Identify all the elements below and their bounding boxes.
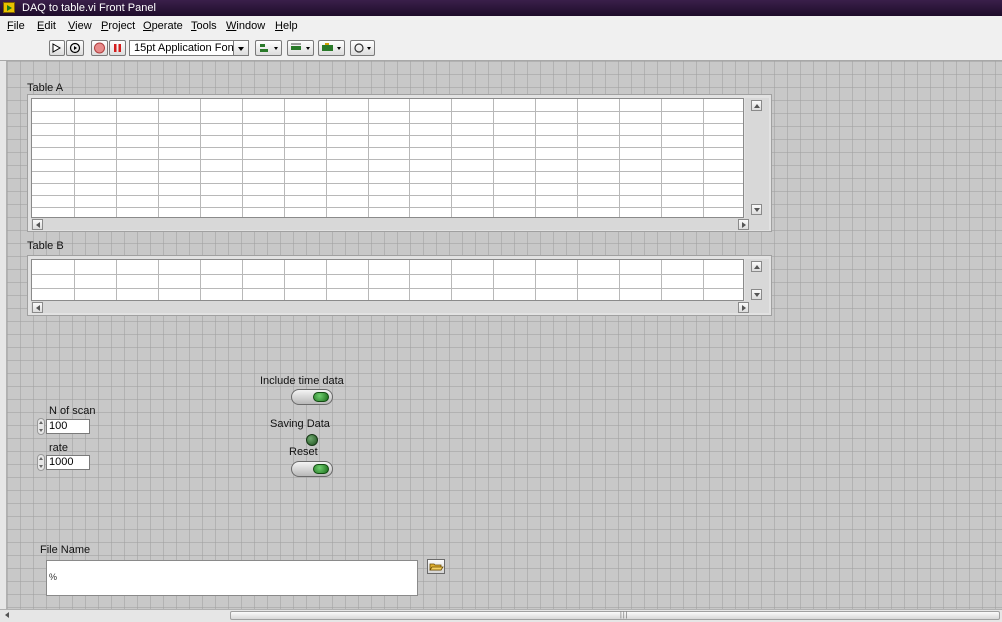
table-b-cells[interactable] (31, 259, 744, 301)
panel-left-edge (0, 61, 7, 609)
saving-data-led-icon (306, 434, 318, 446)
run-arrow-icon (52, 43, 62, 53)
table-b-vertical-scrollbar[interactable] (745, 259, 769, 301)
table-a-gridlines (32, 99, 743, 217)
chevron-down-icon (233, 41, 248, 55)
table-b[interactable] (27, 255, 772, 316)
menu-window[interactable]: Window (226, 20, 265, 32)
rate-label: rate (49, 442, 68, 454)
scroll-up-icon[interactable] (751, 261, 762, 272)
table-b-gridlines (32, 260, 743, 300)
table-a[interactable] (27, 94, 772, 232)
scroll-right-icon[interactable] (738, 219, 749, 230)
resize-objects-icon (322, 43, 341, 51)
scroll-up-icon[interactable] (751, 100, 762, 111)
reorder-icon (354, 43, 371, 53)
table-a-vertical-scrollbar[interactable] (745, 98, 769, 218)
run-button[interactable] (49, 40, 65, 56)
rate-input[interactable]: 1000 (46, 455, 90, 470)
scrollbar-thumb[interactable] (230, 611, 1000, 620)
reorder-button[interactable] (350, 40, 375, 56)
n-of-scan-input[interactable]: 100 (46, 419, 90, 434)
scroll-down-icon[interactable] (751, 204, 762, 215)
menu-tools[interactable]: Tools (191, 20, 217, 32)
window-title-bar: DAQ to table.vi Front Panel (0, 0, 1002, 16)
scroll-left-icon[interactable] (2, 610, 13, 621)
scroll-left-icon[interactable] (32, 219, 43, 230)
abort-execution-button[interactable] (91, 40, 108, 56)
table-a-cells[interactable] (31, 98, 744, 218)
scroll-down-icon[interactable] (751, 289, 762, 300)
reset-button[interactable] (291, 461, 333, 477)
scroll-right-icon[interactable] (738, 302, 749, 313)
reset-label: Reset (289, 446, 318, 458)
menu-file[interactable]: File (7, 20, 25, 32)
run-continuously-button[interactable] (66, 40, 84, 56)
file-name-label: File Name (40, 544, 91, 556)
table-a-label: Table A (27, 82, 64, 94)
browse-button[interactable] (427, 559, 445, 574)
labview-vi-icon (3, 2, 15, 13)
table-b-horizontal-scrollbar[interactable] (31, 301, 769, 313)
n-of-scan-increment-decrement[interactable] (37, 418, 45, 435)
table-b-label: Table B (27, 240, 64, 252)
menu-bar: File Edit View Project Operate Tools Win… (0, 16, 1002, 39)
scrollbar-grip-icon: ||| (620, 612, 629, 619)
run-continuously-icon (69, 42, 81, 54)
menu-edit[interactable]: Edit (37, 20, 56, 32)
front-panel: Table A Table B Include time data N of s… (7, 61, 1002, 609)
toggle-knob (313, 464, 329, 474)
toggle-knob (313, 392, 329, 402)
include-time-data-toggle[interactable] (291, 389, 333, 405)
abort-execution-icon (94, 42, 105, 54)
pause-button[interactable] (109, 40, 126, 56)
rate-increment-decrement[interactable] (37, 454, 45, 471)
include-time-data-label: Include time data (260, 375, 344, 387)
menu-operate[interactable]: Operate (143, 20, 183, 32)
font-dropdown[interactable]: 15pt Application Font (129, 40, 249, 56)
folder-open-icon (429, 563, 444, 571)
pause-icon (114, 44, 121, 52)
align-objects-button[interactable] (255, 40, 282, 56)
distribute-objects-button[interactable] (287, 40, 314, 56)
menu-project[interactable]: Project (101, 20, 135, 32)
file-name-path-input[interactable]: % (46, 560, 418, 596)
path-separator-icon: % (49, 572, 58, 582)
saving-data-label: Saving Data (270, 418, 330, 430)
panel-horizontal-scrollbar[interactable]: ||| (0, 609, 1002, 622)
window-title: DAQ to table.vi Front Panel (22, 2, 156, 14)
toolbar: 15pt Application Font (0, 38, 1002, 61)
table-a-horizontal-scrollbar[interactable] (31, 218, 769, 230)
menu-view[interactable]: View (68, 20, 92, 32)
n-of-scan-label: N of scan (49, 405, 96, 417)
font-dropdown-label: 15pt Application Font (134, 42, 237, 54)
resize-objects-button[interactable] (318, 40, 345, 56)
distribute-objects-icon (291, 43, 310, 50)
scroll-left-icon[interactable] (32, 302, 43, 313)
menu-help[interactable]: Help (275, 20, 298, 32)
align-objects-icon (260, 44, 278, 52)
